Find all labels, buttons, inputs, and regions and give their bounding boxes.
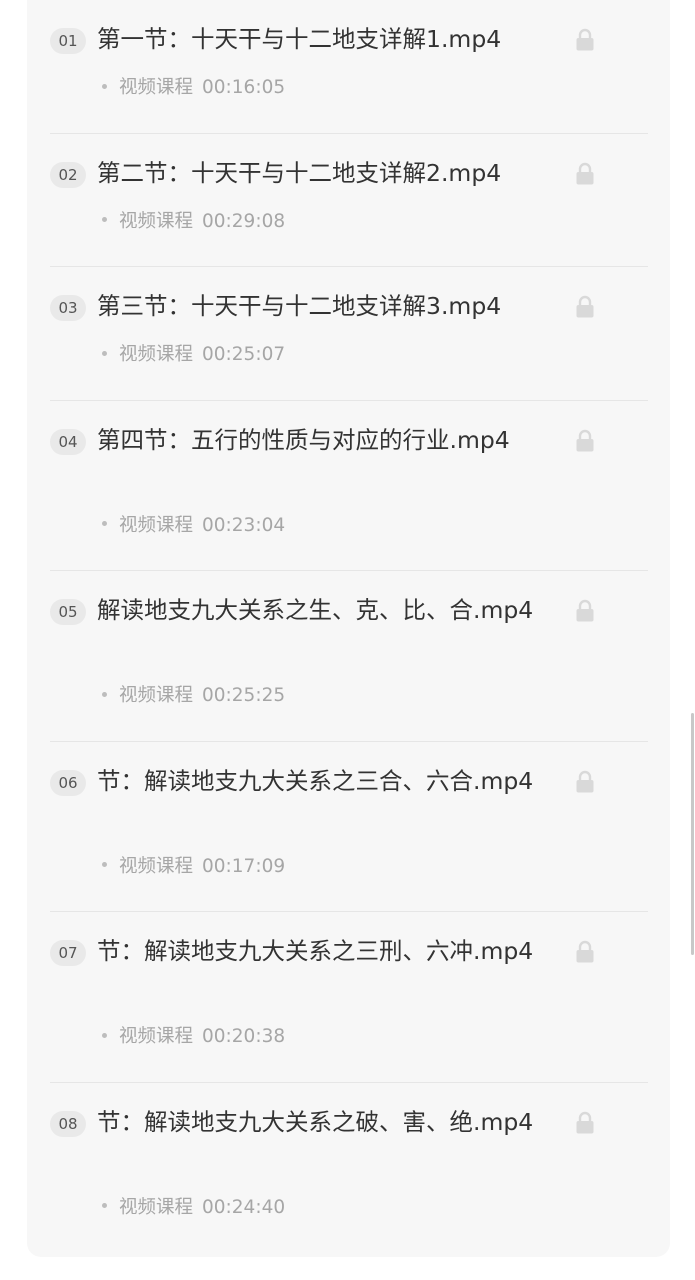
lesson-type: 视频课程 [119,210,194,232]
lesson-meta: 视频课程 00:20:38 [102,1025,285,1049]
lesson-meta: 视频课程 00:24:40 [102,1196,285,1220]
lesson-duration: 00:25:25 [202,685,286,706]
lock-icon [576,599,594,622]
lesson-item[interactable]: 02 第二节：十天干与十二地支详解2.mp4 视频课程 00:29:08 [50,134,648,267]
lesson-list: 01 第一节：十天干与十二地支详解1.mp4 视频课程 00:16:05 02 第… [50,0,648,1253]
lesson-index-badge: 08 [50,1110,86,1137]
lesson-title[interactable]: 节：解读地支九大关系之破、害、绝.mp4 [97,1104,542,1141]
lesson-index-badge: 03 [50,295,86,321]
lesson-item[interactable]: 04 第四节：五行的性质与对应的行业.mp4 视频课程 00:23:04 [50,401,648,571]
lesson-type: 视频课程 [119,855,194,877]
lesson-type: 视频课程 [119,77,194,98]
lesson-index-badge: 07 [50,940,86,966]
lesson-item[interactable]: 03 第三节：十天干与十二地支详解3.mp4 视频课程 00:25:07 [50,267,648,401]
lesson-type: 视频课程 [119,514,194,536]
lock-icon [576,429,594,451]
lesson-title[interactable]: 第一节：十天干与十二地支详解1.mp4 [97,21,542,58]
lesson-title[interactable]: 节：解读地支九大关系之三刑、六冲.mp4 [97,933,542,970]
lesson-title[interactable]: 解读地支九大关系之生、克、比、合.mp4 [97,592,542,629]
lesson-item[interactable]: 05 解读地支九大关系之生、克、比、合.mp4 视频课程 00:25:25 [50,571,648,742]
lesson-meta: 视频课程 00:17:09 [102,855,285,879]
lesson-meta: 视频课程 00:23:04 [102,514,285,538]
lock-icon [576,162,594,184]
lesson-title[interactable]: 第二节：十天干与十二地支详解2.mp4 [97,155,542,192]
bullet-dot-icon [102,217,107,222]
lesson-item[interactable]: 06 节：解读地支九大关系之三合、六合.mp4 视频课程 00:17:09 [50,742,648,912]
bullet-dot-icon [102,1032,107,1038]
bullet-dot-icon [102,83,107,89]
lesson-item[interactable]: 07 节：解读地支九大关系之三刑、六冲.mp4 视频课程 00:20:38 [50,912,648,1083]
scrollbar-thumb[interactable] [691,713,694,955]
bullet-dot-icon [102,691,107,697]
lesson-item[interactable]: 01 第一节：十天干与十二地支详解1.mp4 视频课程 00:16:05 [50,0,648,134]
lesson-duration: 00:23:04 [202,514,286,536]
lock-icon [576,1111,594,1133]
bullet-dot-icon [102,862,107,867]
lesson-index-badge: 05 [50,599,86,625]
bullet-dot-icon [102,350,107,356]
lesson-duration: 00:20:38 [202,1026,286,1047]
lesson-meta: 视频课程 00:16:05 [102,76,285,100]
lesson-index-badge: 01 [50,28,86,54]
lock-icon [576,295,594,318]
lesson-duration: 00:17:09 [202,855,286,877]
lesson-duration: 00:16:05 [202,77,286,98]
lock-icon [576,940,594,963]
lesson-title[interactable]: 第四节：五行的性质与对应的行业.mp4 [97,422,542,459]
lock-icon [576,28,594,51]
lesson-duration: 00:24:40 [202,1196,286,1218]
lesson-type: 视频课程 [119,1026,194,1047]
lesson-type: 视频课程 [119,685,194,706]
lesson-index-badge: 04 [50,428,86,455]
lesson-title[interactable]: 节：解读地支九大关系之三合、六合.mp4 [97,763,542,800]
lesson-meta: 视频课程 00:29:08 [102,210,285,234]
lesson-index-badge: 02 [50,161,86,188]
lesson-index-badge: 06 [50,769,86,796]
bullet-dot-icon [102,521,107,526]
lesson-duration: 00:29:08 [202,210,286,232]
lesson-item[interactable]: 08 节：解读地支九大关系之破、害、绝.mp4 视频课程 00:24:40 [50,1083,648,1254]
lock-icon [576,770,594,792]
bullet-dot-icon [102,1203,107,1208]
lesson-type: 视频课程 [119,1196,194,1218]
lesson-meta: 视频课程 00:25:07 [102,343,285,367]
lesson-type: 视频课程 [119,344,194,365]
lesson-meta: 视频课程 00:25:25 [102,684,285,708]
lesson-title[interactable]: 第三节：十天干与十二地支详解3.mp4 [97,288,542,325]
lesson-duration: 00:25:07 [202,344,286,365]
